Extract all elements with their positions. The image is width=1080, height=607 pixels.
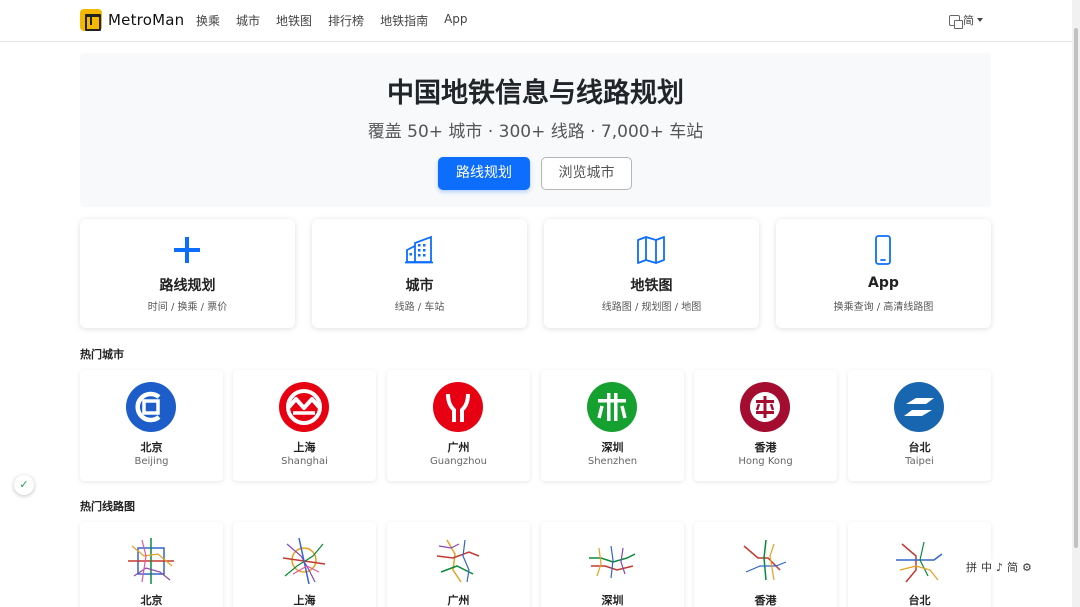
v-logo-icon: ✓ [19,478,29,491]
map-city-name: 广州 [447,594,470,607]
popular-cities-heading: 热门城市 [80,348,124,361]
feature-desc: 时间 / 换乘 / 票价 [147,302,228,313]
guangzhou-metro-logo-icon [433,382,483,432]
translate-icon [949,14,963,29]
map-city-name: 深圳 [601,594,624,607]
nav-link-metro-map[interactable]: 地铁图 [276,12,312,29]
hongkong-map-thumbnail-icon [743,539,787,581]
page-scrollbar[interactable] [1072,0,1080,607]
map-card-shanghai[interactable]: 上海 [233,522,376,607]
taipei-map-thumbnail-icon [896,541,943,583]
city-name-en: Shanghai [281,456,328,467]
ime-sound[interactable]: ♪ [996,561,1003,574]
map-city-name: 北京 [140,594,163,607]
ime-simplified[interactable]: 简 [1007,559,1018,575]
guangzhou-map-thumbnail-icon [436,539,480,583]
city-name: 北京 [140,441,163,454]
ime-pinyin[interactable]: 拼 [966,559,977,575]
map-icon [637,236,665,264]
route-planning-button[interactable]: 路线规划 [438,157,530,190]
nav-link-ranking[interactable]: 排行榜 [328,12,364,29]
caret-down-icon [977,18,983,22]
city-name-en: Hong Kong [738,456,793,467]
browse-cities-button[interactable]: 浏览城市 [541,157,632,190]
city-name: 台北 [908,441,931,454]
city-card-taipei[interactable]: 台北 Taipei [848,370,991,481]
feature-desc: 换乘查询 / 高清线路图 [833,302,934,313]
map-card-guangzhou[interactable]: 广州 [387,522,530,607]
feature-title: 路线规划 [159,278,216,294]
feature-title: 城市 [405,278,434,294]
city-name: 深圳 [601,441,624,454]
phone-icon [875,235,891,265]
ime-chinese[interactable]: 中 [981,559,992,575]
nav-link-guide[interactable]: 地铁指南 [380,12,428,29]
city-name: 广州 [447,441,470,454]
shanghai-map-thumbnail-icon [282,537,326,585]
buildings-icon [405,235,433,264]
city-name-en: Taipei [905,456,934,467]
nav-link-transfer[interactable]: 换乘 [196,12,220,29]
city-card-hongkong[interactable]: 香港 Hong Kong [694,370,837,481]
popular-maps-heading: 热门线路图 [80,500,135,513]
nav-link-cities[interactable]: 城市 [236,12,260,29]
shanghai-metro-logo-icon [279,382,329,432]
city-card-beijing[interactable]: 北京 Beijing [80,370,223,481]
hero-title: 中国地铁信息与线路规划 [387,78,684,109]
city-name: 香港 [754,441,777,454]
shenzhen-metro-logo-icon [587,382,637,432]
hero-subtitle: 覆盖 50+ 城市 · 300+ 线路 · 7,000+ 车站 [367,122,704,142]
metroman-logo-icon [80,9,102,31]
city-name: 上海 [293,441,316,454]
mtr-logo-icon [740,382,790,432]
plus-icon [174,237,200,263]
feature-card-route[interactable]: 路线规划 时间 / 换乘 / 票价 [80,219,295,328]
feature-desc: 线路 / 车站 [394,302,445,313]
feature-card-app[interactable]: App 换乘查询 / 高清线路图 [776,219,991,328]
map-city-name: 香港 [754,594,777,607]
nav-link-app[interactable]: App [444,12,467,29]
city-card-guangzhou[interactable]: 广州 Guangzhou [387,370,530,481]
feature-title: App [868,275,899,291]
gear-icon[interactable]: ⚙ [1022,561,1032,574]
city-name-en: Shenzhen [587,456,638,467]
map-card-shenzhen[interactable]: 深圳 [541,522,684,607]
scrollbar-thumb[interactable] [1074,28,1078,548]
map-card-hongkong[interactable]: 香港 [694,522,837,607]
beijing-subway-logo-icon [126,382,176,432]
feature-title: 地铁图 [630,278,673,294]
language-dropdown[interactable]: 简 [949,12,983,29]
map-city-name: 台北 [908,594,931,607]
shenzhen-map-thumbnail-icon [589,545,636,579]
language-label: 简 [963,14,974,27]
feature-desc: 线路图 / 规划图 / 地图 [601,302,702,313]
brand-link[interactable]: MetroMan [80,9,184,31]
city-name-en: Beijing [134,456,169,467]
feature-card-metro-map[interactable]: 地铁图 线路图 / 规划图 / 地图 [544,219,759,328]
top-navbar: MetroMan 换乘 城市 地铁图 排行榜 地铁指南 App 简 [0,0,1080,42]
beijing-map-thumbnail-icon [128,538,174,584]
map-city-name: 上海 [293,594,316,607]
map-card-beijing[interactable]: 北京 [80,522,223,607]
city-card-shenzhen[interactable]: 深圳 Shenzhen [541,370,684,481]
city-card-shanghai[interactable]: 上海 Shanghai [233,370,376,481]
nav-links: 换乘 城市 地铁图 排行榜 地铁指南 App [196,12,484,29]
brand-name: MetroMan [108,11,185,29]
feature-card-cities[interactable]: 城市 线路 / 车站 [312,219,527,328]
ime-toolbar[interactable]: 拼 中 ♪ 简 ⚙ [966,559,1036,575]
hero-banner: 中国地铁信息与线路规划 覆盖 50+ 城市 · 300+ 线路 · 7,000+… [80,53,991,207]
city-name-en: Guangzhou [430,456,487,467]
taipei-metro-logo-icon [894,382,944,432]
floating-assistant-button[interactable]: ✓ [14,475,34,495]
